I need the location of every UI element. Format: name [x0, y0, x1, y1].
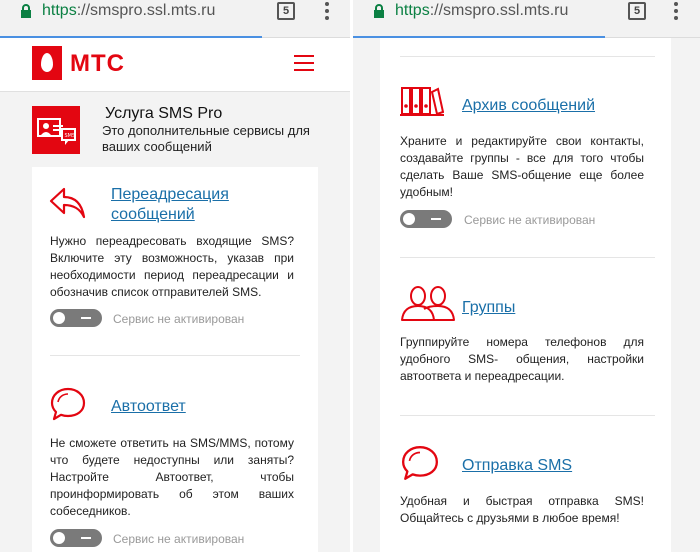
archive-binders-icon: [400, 87, 444, 116]
service-title: Услуга SMS Pro: [105, 105, 223, 122]
archive-title[interactable]: Архив сообщений: [462, 96, 595, 116]
autoreply-status: Сервис не активирован: [113, 532, 245, 546]
autoreply-description: Не сможете ответить на SMS/MMS, потому ч…: [50, 436, 294, 518]
address-bar[interactable]: https://smspro.ssl.mts.ru: [42, 2, 215, 20]
divider: [400, 415, 655, 416]
browser-toolbar: https://smspro.ssl.mts.ru 5: [353, 0, 700, 38]
archive-status: Сервис не активирован: [464, 213, 596, 227]
right-screenshot: https://smspro.ssl.mts.ru 5 Архив сообще…: [353, 0, 700, 552]
archive-toggle[interactable]: [400, 210, 452, 228]
hamburger-menu-icon[interactable]: [294, 55, 314, 71]
groups-description: Группируйте номера телефонов для удобног…: [400, 335, 644, 383]
tab-switcher-button[interactable]: 5: [628, 2, 646, 20]
url-scheme: https: [395, 2, 430, 19]
more-menu-icon[interactable]: [324, 2, 330, 22]
services-card: Переадресация сообщений Нужно переадресо…: [32, 167, 318, 552]
tab-switcher-button[interactable]: 5: [277, 2, 295, 20]
logo-text: МТС: [70, 50, 125, 77]
left-screenshot: https://smspro.ssl.mts.ru 5 МТС SMS Услу…: [0, 0, 350, 552]
site-header: МТС: [0, 38, 350, 92]
archive-description: Храните и редактируйте свои контакты, со…: [400, 134, 644, 199]
services-card: Архив сообщений Храните и редактируйте с…: [380, 38, 671, 552]
sms-pro-icon: SMS: [32, 106, 80, 154]
forward-arrow-icon: [49, 187, 86, 219]
lock-icon: [21, 4, 31, 18]
divider: [50, 355, 300, 356]
forwarding-toggle[interactable]: [50, 309, 102, 327]
autoreply-toggle[interactable]: [50, 529, 102, 547]
group-people-icon: [401, 286, 455, 321]
send-sms-title[interactable]: Отправка SMS: [462, 456, 572, 476]
divider: [400, 56, 655, 57]
forwarding-title[interactable]: Переадресация сообщений: [111, 185, 291, 225]
url-host: ://smspro.ssl.mts.ru: [429, 2, 569, 19]
more-menu-icon[interactable]: [673, 2, 679, 22]
svg-text:SMS: SMS: [65, 133, 76, 139]
lock-icon: [374, 4, 384, 18]
chat-bubble-icon: [50, 387, 86, 421]
send-sms-description: Удобная и быстрая отправка SMS! Общайтес…: [400, 494, 644, 525]
url-scheme: https: [42, 2, 77, 19]
url-host: ://smspro.ssl.mts.ru: [76, 2, 216, 19]
browser-toolbar: https://smspro.ssl.mts.ru 5: [0, 0, 350, 38]
service-description: Это дополнительные сервисы для ваших соо…: [102, 123, 310, 154]
groups-title[interactable]: Группы: [462, 298, 515, 318]
mts-egg-icon: [32, 46, 62, 80]
send-chat-bubble-icon: [402, 446, 438, 480]
forwarding-status: Сервис не активирован: [113, 312, 245, 326]
divider: [400, 257, 655, 258]
autoreply-title[interactable]: Автоответ: [111, 397, 186, 417]
forwarding-description: Нужно переадресовать входящие SMS? Включ…: [50, 234, 294, 299]
address-bar[interactable]: https://smspro.ssl.mts.ru: [395, 2, 568, 20]
